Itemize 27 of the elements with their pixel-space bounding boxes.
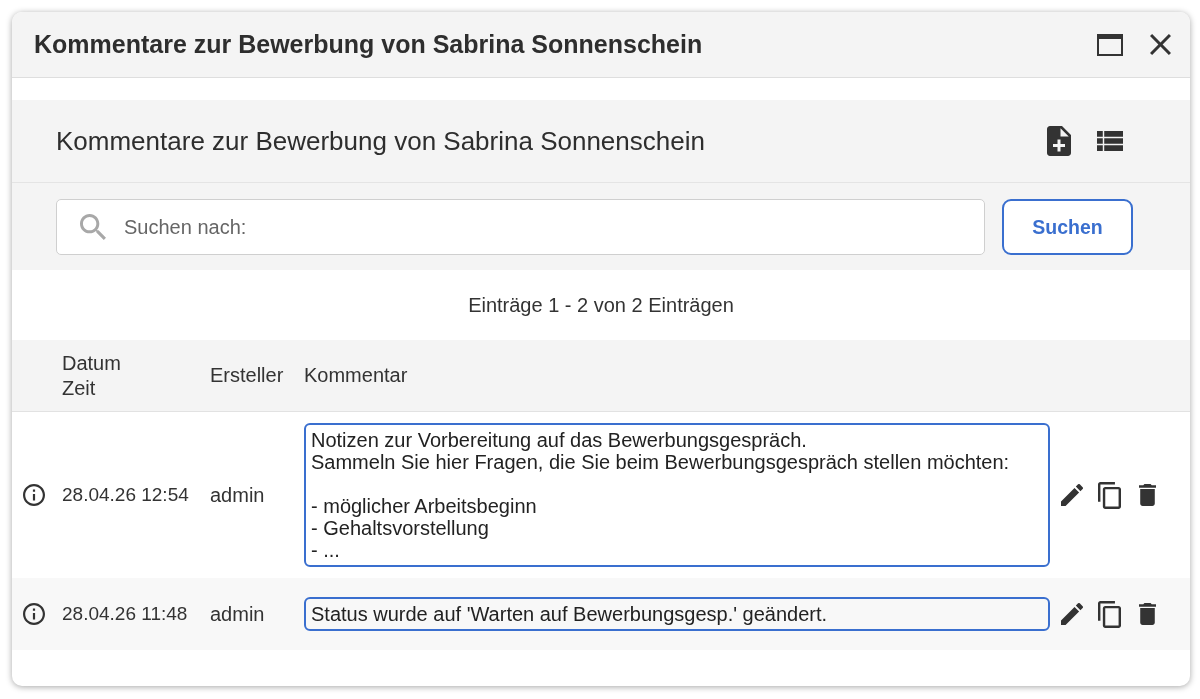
info-icon[interactable] <box>23 603 45 625</box>
delete-icon[interactable] <box>1139 484 1156 506</box>
date-cell: 28.04.26 11:48 <box>62 603 188 625</box>
search-icon <box>80 214 106 240</box>
copy-icon[interactable] <box>1098 600 1121 628</box>
author-cell: admin <box>210 483 265 507</box>
copy-icon[interactable] <box>1098 481 1121 509</box>
delete-icon[interactable] <box>1139 603 1156 625</box>
column-header: Ersteller <box>210 363 284 388</box>
date-cell: 28.04.26 12:54 <box>62 484 189 506</box>
add-document-icon[interactable] <box>1047 126 1071 156</box>
comment-field[interactable]: Status wurde auf 'Warten auf Bewerbungsgesp.' geändert. <box>304 597 1050 631</box>
search-button[interactable]: Suchen <box>1002 199 1133 255</box>
search-field[interactable]: Suchen nach: <box>56 199 985 255</box>
author-cell: admin <box>210 602 265 626</box>
maximize-icon[interactable] <box>1097 33 1123 56</box>
info-icon[interactable] <box>23 484 45 506</box>
edit-icon[interactable] <box>1061 484 1083 506</box>
column-header: Kommentar <box>304 363 408 388</box>
list-view-icon[interactable] <box>1097 131 1123 151</box>
entry-count: Einträge 1 - 2 von 2 Einträgen <box>468 293 734 317</box>
close-icon[interactable] <box>1150 34 1171 55</box>
column-header: Datum Zeit <box>62 350 121 401</box>
edit-icon[interactable] <box>1061 603 1083 625</box>
comment-field[interactable]: Notizen zur Vorbereitung auf das Bewerbungsgespräch. Sammeln Sie hier Fragen, die Sie beim Bewerbungsgespräch stellen möchten: - möglicher Arbeitsbeginn - Gehaltsvorstellung - ... <box>304 423 1050 567</box>
panel-title: Kommentare zur Bewerbung von Sabrina Sonnenschein <box>56 125 705 157</box>
window-title: Kommentare zur Bewerbung von Sabrina Sonnenschein <box>34 30 703 59</box>
